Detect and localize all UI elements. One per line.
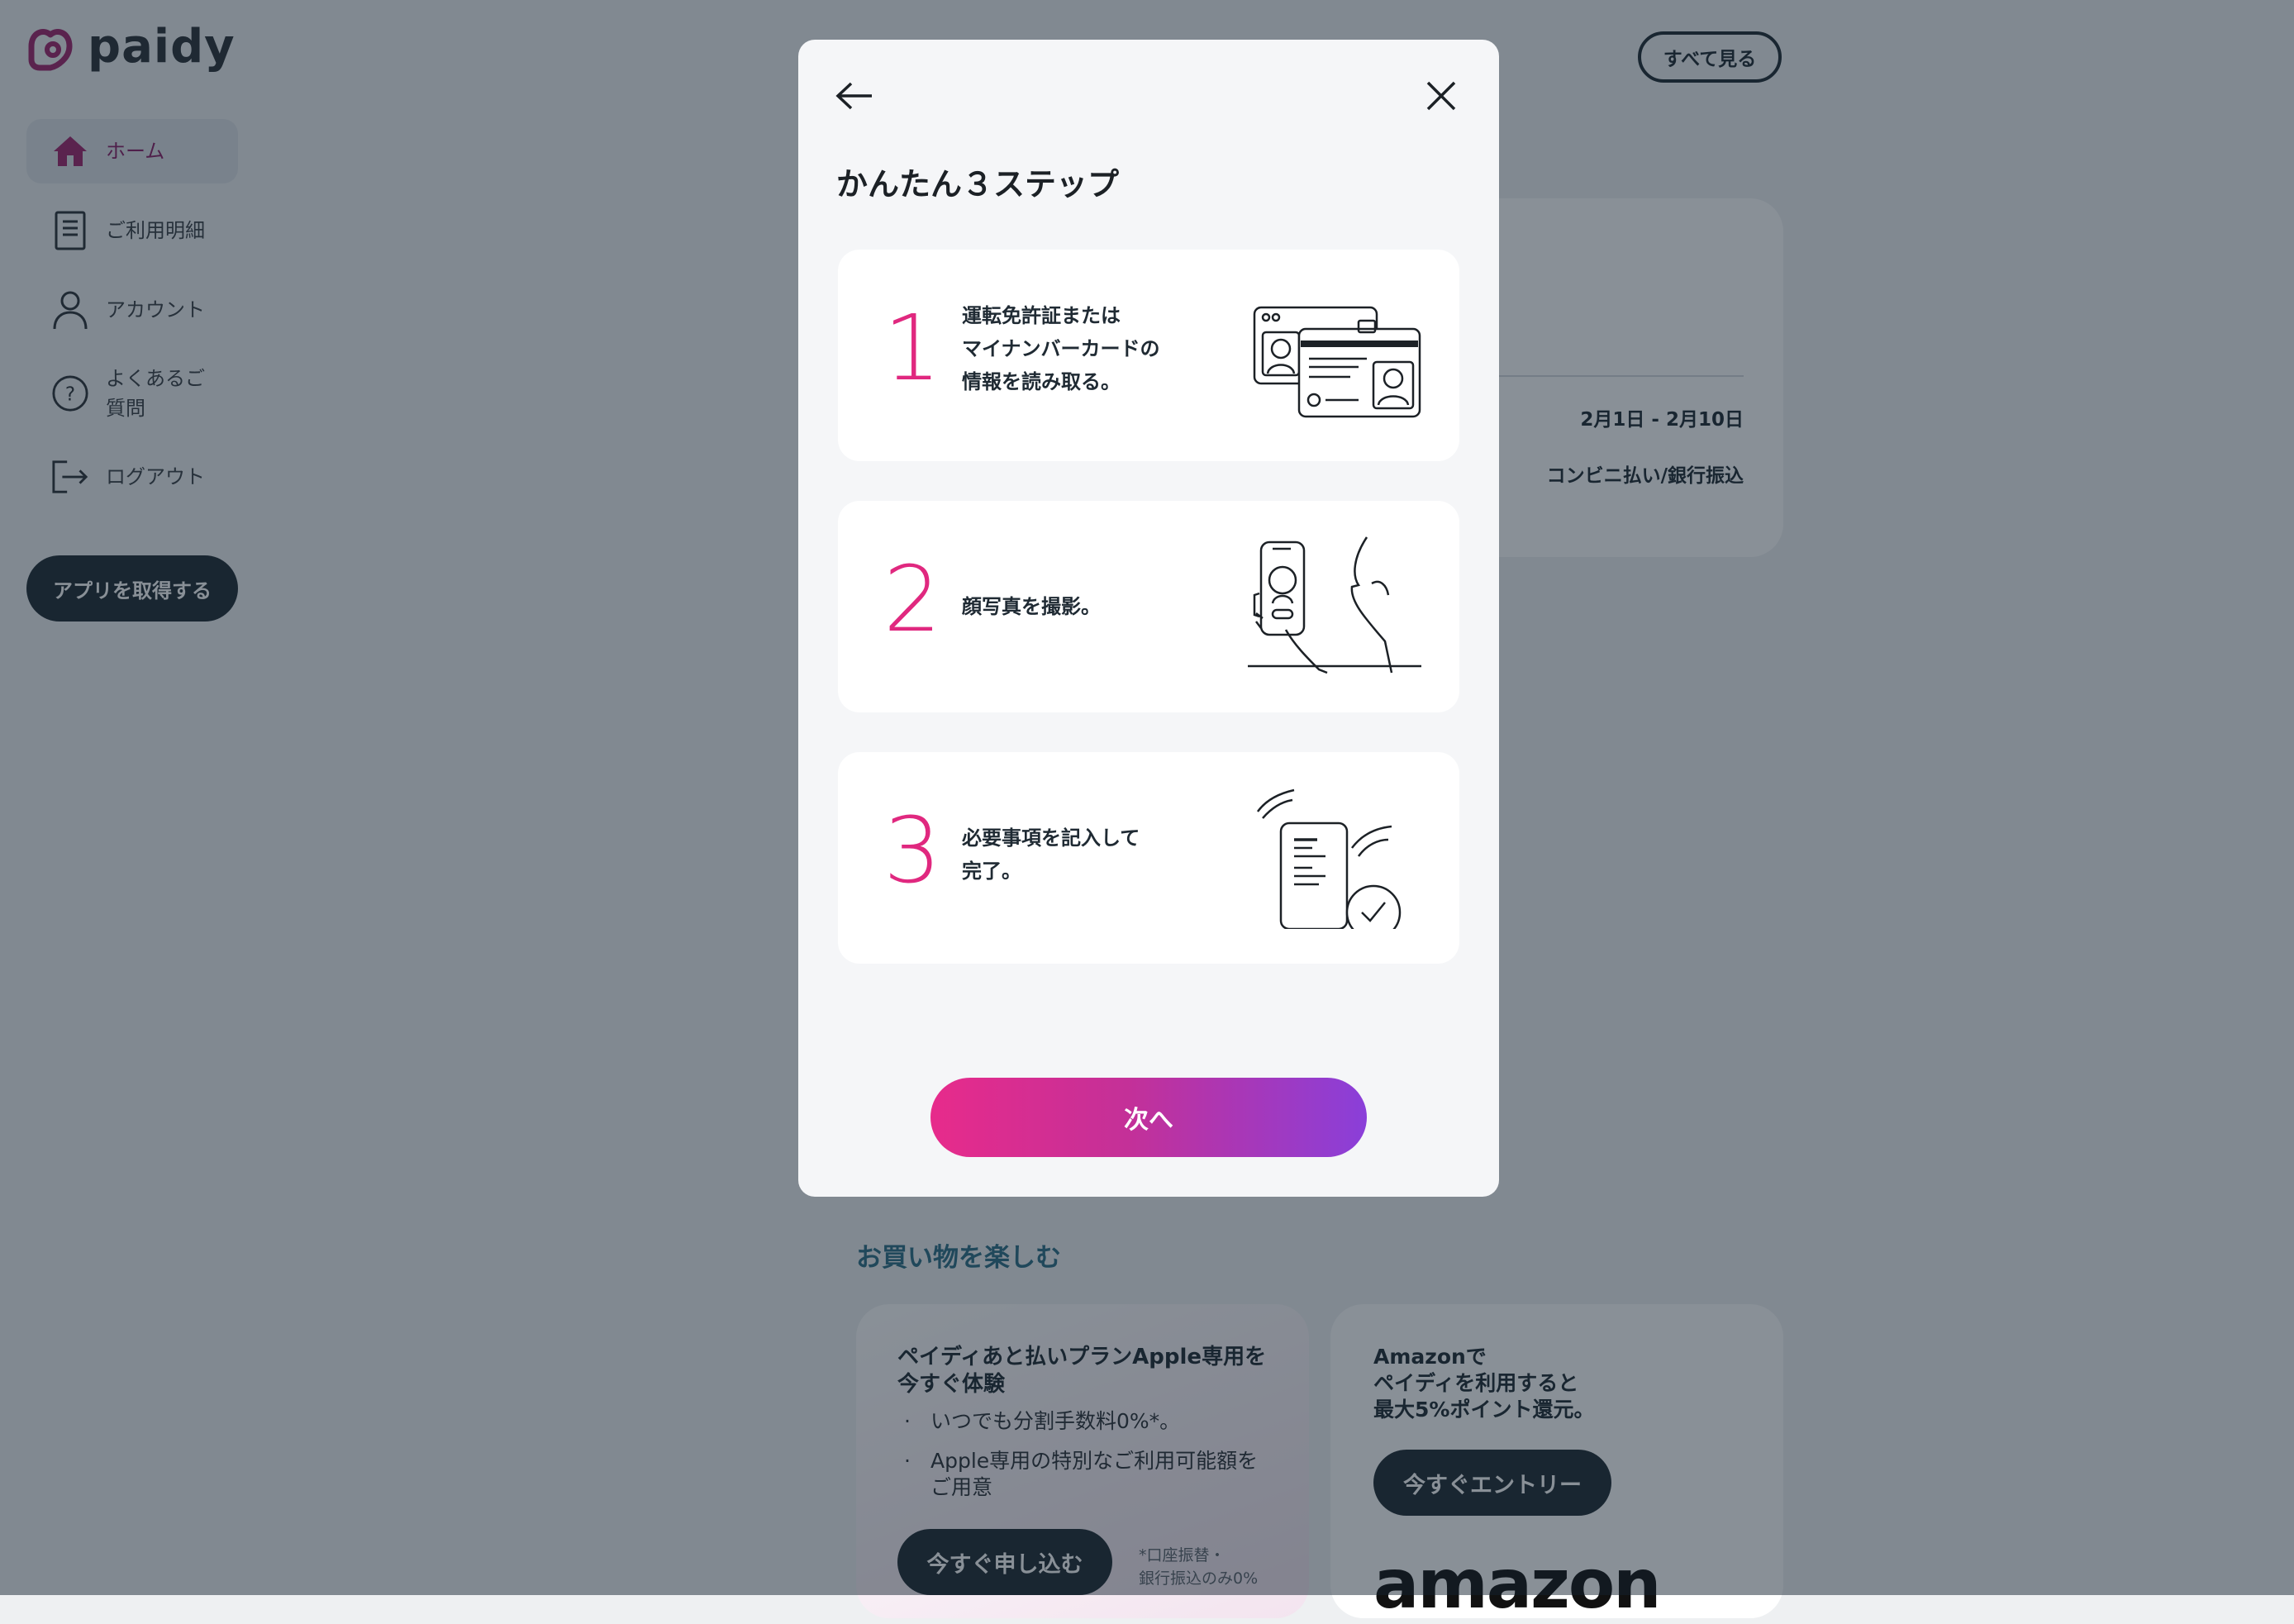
next-button[interactable]: 次へ	[930, 1078, 1367, 1157]
step-text: 運転免許証または マイナンバーカードの 情報を読み取る。	[962, 304, 1160, 393]
step-card-2: 2 顔写真を撮影。	[838, 501, 1459, 712]
step-number: 2	[883, 546, 941, 652]
arrow-left-icon	[835, 82, 872, 110]
close-button[interactable]	[1421, 76, 1461, 116]
step-text: 必要事項を記入して 完了。	[962, 826, 1140, 883]
back-button[interactable]	[835, 76, 874, 116]
selfie-illustration	[1248, 536, 1421, 674]
form-complete-illustration	[1256, 788, 1402, 929]
step-number: 3	[883, 798, 941, 903]
id-cards-illustration	[1253, 306, 1421, 418]
step-card-3: 3 必要事項を記入して 完了。	[838, 752, 1459, 964]
close-icon	[1426, 81, 1456, 111]
step-text: 顔写真を撮影。	[962, 595, 1101, 618]
steps-modal: かんたん３ステップ 1 運転免許証または マイナンバーカードの 情報を読み取る。	[798, 40, 1499, 1197]
step-number: 1	[883, 295, 941, 401]
modal-title: かんたん３ステップ	[836, 166, 1120, 202]
step-card-1: 1 運転免許証または マイナンバーカードの 情報を読み取る。	[838, 250, 1459, 461]
